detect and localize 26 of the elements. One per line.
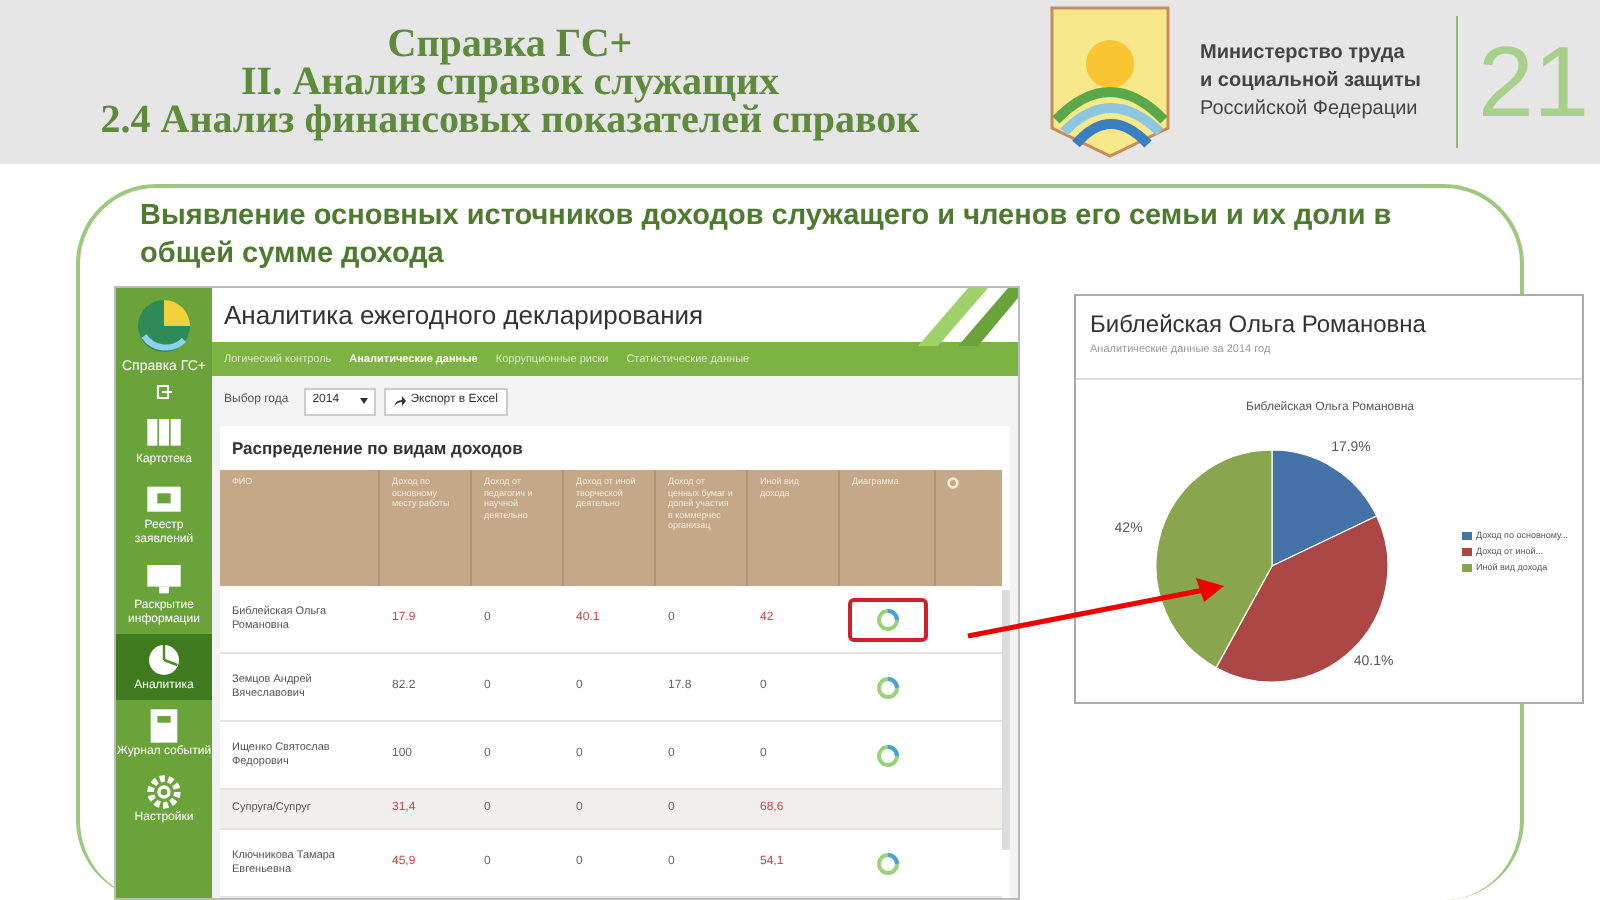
section-title: Распределение по видам доходов [230, 435, 525, 462]
ring-chart-icon[interactable] [876, 851, 900, 875]
page-number: 21 [1478, 32, 1590, 132]
exit-icon[interactable] [156, 384, 172, 400]
app-title: Аналитика ежегодного декларирования [224, 297, 704, 334]
legend-swatch [1462, 548, 1472, 557]
ministry-name: и социальной защиты [1200, 68, 1423, 96]
dropdown-caret-icon [360, 398, 369, 405]
ring-chart-icon[interactable] [876, 743, 900, 767]
ring-chart-icon[interactable] [876, 675, 900, 699]
ministry-logo-icon [1048, 4, 1172, 160]
share-arrow-icon [394, 396, 407, 407]
ring-chart-icon[interactable] [876, 607, 900, 631]
card-title: Библейская Ольга Романовна [1090, 308, 1428, 342]
slide-title: 2.4 Анализ финансовых показателей справок [100, 101, 920, 139]
legend-swatch [1462, 563, 1472, 572]
pie-chart-icon [144, 640, 184, 680]
legend-swatch [1462, 532, 1472, 541]
ministry-name: Российской Федерации [1200, 96, 1420, 124]
slide-heading: Выявление основных источников доходов служащего и членов его семьи и их доли в общей сумме дохода [140, 198, 1394, 274]
settings-icon [144, 772, 184, 812]
settings-icon[interactable] [945, 476, 959, 490]
slide-title: Справка ГС+ [387, 25, 633, 63]
ministry-name: Министерство труда [1200, 40, 1407, 68]
app-logo-icon [134, 296, 194, 356]
slide-title: II. Анализ справок служащих [241, 63, 779, 101]
